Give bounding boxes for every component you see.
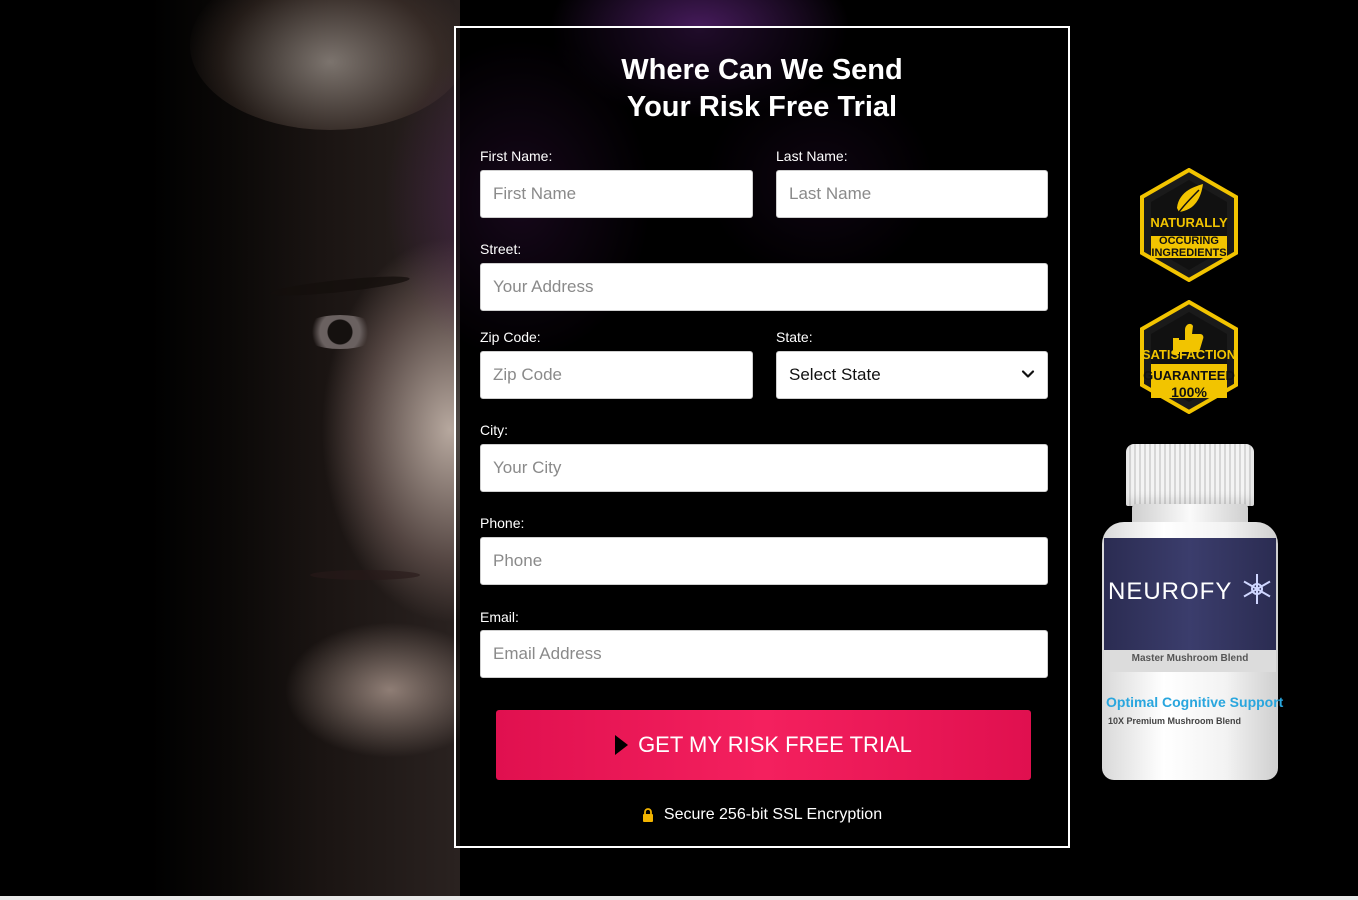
mouth-shape [310,570,420,580]
trial-form-panel: Where Can We Send Your Risk Free Trial F… [454,26,1070,848]
zip-code-label: Zip Code: [480,329,541,345]
bottom-scroll-edge [0,896,1358,900]
natural-ingredients-badge: NATURALLY OCCURING INGREDIENTS [1139,168,1239,282]
form-title: Where Can We Send Your Risk Free Trial [456,52,1068,126]
badge-natural-line3: INGREDIENTS [1151,247,1227,259]
chevron-down-icon [1021,370,1035,378]
landing-page: Where Can We Send Your Risk Free Trial F… [0,0,1358,896]
zip-code-input[interactable] [480,351,753,399]
city-input[interactable] [480,444,1048,492]
badge-guarantee-line3: 100% [1171,384,1207,400]
get-trial-button-label: GET MY RISK FREE TRIAL [638,732,912,757]
play-icon [615,735,629,755]
badge-guarantee-line2: GUARANTEED [1143,368,1235,383]
form-title-line2: Your Risk Free Trial [626,91,898,123]
phone-label: Phone: [480,515,525,531]
badge-guarantee-line1: SATISFACTION [1141,347,1237,362]
secure-encryption-text: Secure 256-bit SSL Encryption [663,806,883,823]
first-name-input[interactable] [480,170,753,218]
badge-natural-line1: NATURALLY [1150,215,1228,230]
last-name-label: Last Name: [776,148,848,164]
lock-icon [642,808,653,822]
secure-encryption-note: Secure 256-bit SSL Encryption [456,806,1068,824]
badge-natural-line2: OCCURING [1159,235,1219,247]
first-name-label: First Name: [480,148,553,164]
product-detail: 10X Premium Mushroom Blend [1108,716,1242,726]
email-input[interactable] [480,630,1048,678]
product-tagline: Optimal Cognitive Support [1106,694,1284,710]
state-select-value: Select State [789,365,881,384]
last-name-input[interactable] [776,170,1048,218]
satisfaction-guaranteed-badge: SATISFACTION GUARANTEED 100% [1139,300,1239,414]
state-select[interactable]: Select State [776,351,1048,399]
city-label: City: [480,422,508,438]
product-bottle-image: NEUROFY Master Mushroom Blend Optimal Co… [1102,444,1283,782]
street-label: Street: [480,241,522,257]
phone-input[interactable] [480,537,1048,585]
street-input[interactable] [480,263,1048,311]
eye-shape [300,315,380,349]
form-title-line1: Where Can We Send [621,54,903,86]
email-label: Email: [480,609,519,625]
get-trial-button[interactable]: GET MY RISK FREE TRIAL [496,710,1031,780]
product-subtitle: Master Mushroom Blend [1131,653,1249,664]
snowflake-icon [1243,574,1271,604]
product-brand: NEUROFY [1108,578,1233,605]
state-label: State: [776,329,813,345]
bottle-cap [1126,444,1254,506]
